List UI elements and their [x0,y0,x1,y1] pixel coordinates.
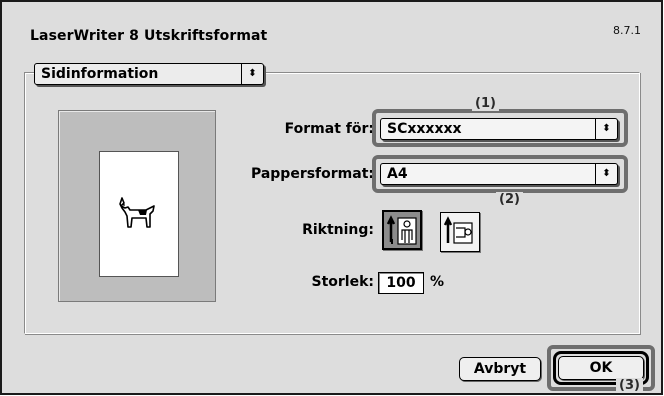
page-preview [58,110,216,302]
size-label: Storlek: [311,274,374,290]
dialog-title: LaserWriter 8 Utskriftsformat [30,28,268,44]
callout-1: (1) [472,96,499,111]
portrait-icon [386,215,417,245]
ok-button[interactable]: OK [558,356,644,380]
landscape-button[interactable] [440,212,480,252]
portrait-button[interactable] [382,210,422,250]
callout-3: (3) [616,378,643,393]
paper-format-value: A4 [387,166,408,182]
size-unit: % [430,274,445,290]
size-input[interactable]: 100 [378,272,424,294]
format-for-popup[interactable]: SCxxxxxx ⬍ [380,118,618,140]
section-popup-value: Sidinformation [41,66,159,82]
callout-2: (2) [496,192,523,207]
popup-arrows-icon: ⬍ [595,164,617,184]
section-popup[interactable]: Sidinformation ⬍ [34,63,264,85]
orientation-label: Riktning: [302,222,374,238]
popup-arrows-icon: ⬍ [241,64,263,84]
format-for-value: SCxxxxxx [387,121,462,137]
cancel-button[interactable]: Avbryt [459,357,541,381]
page-setup-dialog: LaserWriter 8 Utskriftsformat 8.7.1 Sidi… [0,0,663,395]
dogcow-icon [119,197,155,228]
paper-format-popup[interactable]: A4 ⬍ [380,163,618,185]
format-for-label: Format för: [284,121,374,137]
version-label: 8.7.1 [613,24,641,37]
popup-arrows-icon: ⬍ [595,119,617,139]
preview-paper [99,151,179,277]
landscape-icon [443,216,473,244]
paper-format-label: Pappersformat: [250,166,374,182]
